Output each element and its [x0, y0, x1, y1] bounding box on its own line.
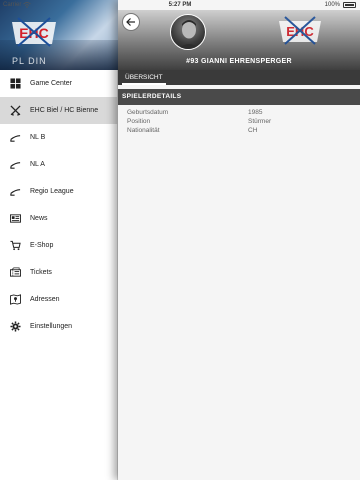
- player-name: #93 GIANNI EHRENSPERGER: [186, 58, 292, 65]
- sidebar-item-regio-league[interactable]: Regio League: [0, 178, 118, 205]
- detail-value: 1985: [248, 109, 263, 116]
- ehc-logo-icon: EHC: [279, 16, 321, 45]
- map-icon: [9, 294, 21, 306]
- detail-row-nationality: Nationalität CH: [118, 127, 360, 136]
- player-detail-panel: EHC #93 GIANNI EHRENSPERGER ÜBERS: [118, 0, 360, 480]
- ticket-icon: [9, 267, 21, 279]
- player-header: EHC #93 GIANNI EHRENSPERGER: [118, 10, 360, 70]
- crossed-sticks-icon: [9, 105, 21, 117]
- sidebar-item-label: Adressen: [30, 296, 60, 303]
- ehc-logo-icon: EHC: [12, 17, 56, 47]
- sidebar-item-e-shop[interactable]: E-Shop: [0, 232, 118, 259]
- sidebar-item-label: Einstellungen: [30, 323, 73, 330]
- back-arrow-icon: [126, 18, 135, 26]
- player-details: Geburtsdatum 1985 Position Stürmer Natio…: [118, 109, 360, 136]
- detail-label: Nationalität: [127, 127, 160, 134]
- back-button[interactable]: [122, 13, 140, 31]
- detail-row-position: Position Stürmer: [118, 118, 360, 127]
- app-screen: EHC PL DIN Game Center EHC Biel / HC Bie…: [0, 0, 360, 480]
- sidebar-item-label: E-Shop: [30, 242, 54, 249]
- gear-icon: [9, 321, 21, 333]
- sidebar-item-nl-a[interactable]: NL A: [0, 151, 118, 178]
- status-bar: Carrier 5:27 PM 100%: [0, 0, 360, 10]
- sidebar-item-label: Regio League: [30, 188, 74, 195]
- detail-row-birthdate: Geburtsdatum 1985: [118, 109, 360, 118]
- cart-icon: [9, 240, 21, 252]
- battery-percent: 100%: [324, 2, 340, 8]
- section-title: SPIELERDETAILS: [118, 89, 360, 105]
- detail-value: Stürmer: [248, 118, 272, 125]
- player-photo-icon: [178, 20, 200, 49]
- sidebar-item-label: News: [30, 215, 48, 222]
- hockey-stick-icon: [9, 132, 21, 144]
- sidebar-item-einstellungen[interactable]: Einstellungen: [0, 313, 118, 340]
- sidebar: EHC PL DIN Game Center EHC Biel / HC Bie…: [0, 0, 118, 480]
- banner-caption: PL DIN: [12, 56, 47, 66]
- player-avatar: [170, 14, 206, 50]
- tab-uebersicht[interactable]: ÜBERSICHT: [122, 70, 166, 85]
- sidebar-banner: EHC PL DIN: [0, 0, 118, 70]
- sidebar-item-news[interactable]: News: [0, 205, 118, 232]
- sidebar-item-ehc-biel[interactable]: EHC Biel / HC Bienne: [0, 97, 118, 124]
- tab-bar: ÜBERSICHT: [118, 70, 360, 85]
- sidebar-item-game-center[interactable]: Game Center: [0, 70, 118, 97]
- sidebar-nav: Game Center EHC Biel / HC Bienne NL B NL…: [0, 70, 118, 340]
- sidebar-item-label: EHC Biel / HC Bienne: [30, 107, 99, 114]
- battery-icon: [343, 2, 356, 8]
- sidebar-item-label: NL B: [30, 134, 46, 141]
- hockey-stick-icon: [9, 186, 21, 198]
- newspaper-icon: [9, 213, 21, 225]
- detail-label: Geburtsdatum: [127, 109, 169, 116]
- clock: 5:27 PM: [168, 2, 192, 8]
- sidebar-item-label: Tickets: [30, 269, 52, 276]
- sidebar-item-adressen[interactable]: Adressen: [0, 286, 118, 313]
- grid-icon: [9, 78, 21, 90]
- detail-value: CH: [248, 127, 258, 134]
- sidebar-item-tickets[interactable]: Tickets: [0, 259, 118, 286]
- sidebar-item-label: NL A: [30, 161, 45, 168]
- hockey-stick-icon: [9, 159, 21, 171]
- detail-label: Position: [127, 118, 151, 125]
- sidebar-item-nl-b[interactable]: NL B: [0, 124, 118, 151]
- sidebar-item-label: Game Center: [30, 80, 73, 87]
